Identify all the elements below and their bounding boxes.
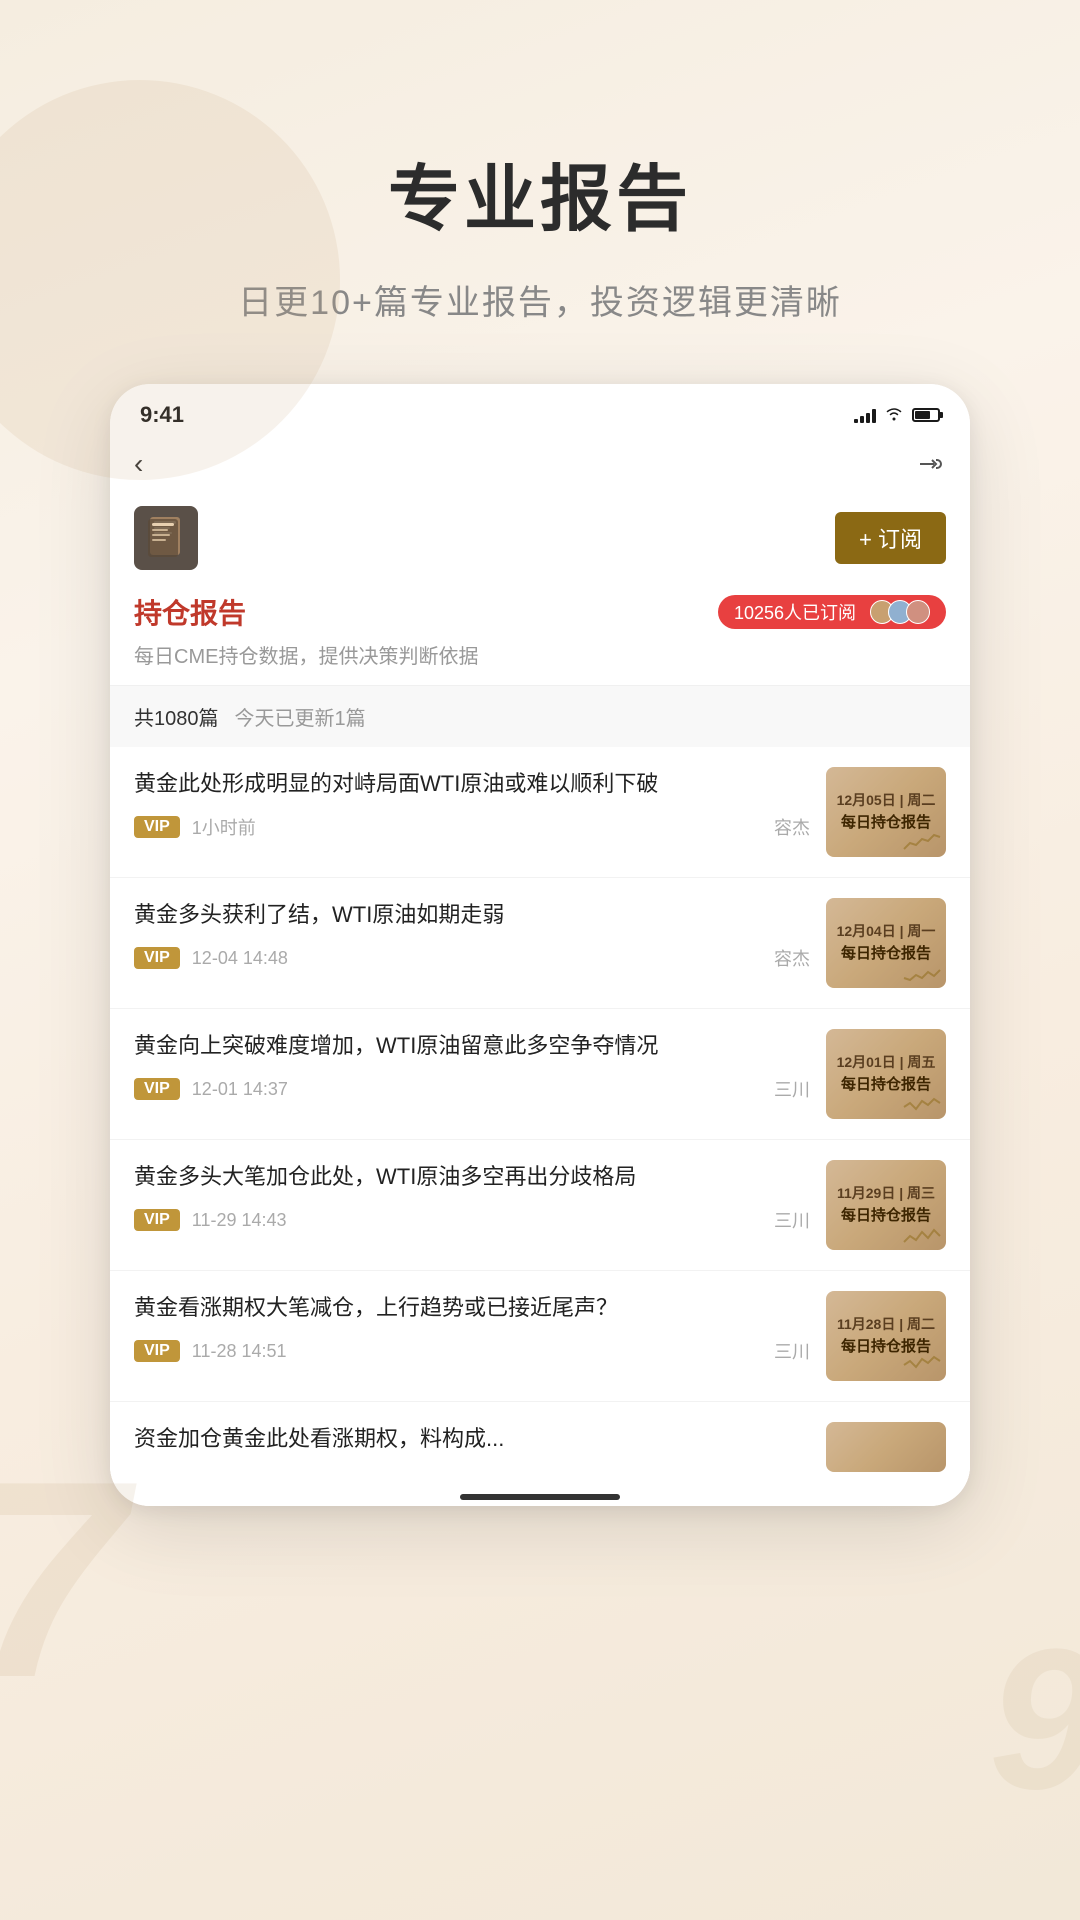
phone-mockup: 9:41 xyxy=(110,384,970,1506)
thumb-date: 12月05日 | 周二 xyxy=(837,791,936,811)
article-time: 11-28 14:51 xyxy=(192,1341,287,1362)
list-item[interactable]: 黄金看涨期权大笔减仓，上行趋势或已接近尾声？ VIP 11-28 14:51 三… xyxy=(110,1271,970,1402)
stats-total: 共1080篇 xyxy=(134,702,219,731)
article-content: 黄金看涨期权大笔减仓，上行趋势或已接近尾声？ VIP 11-28 14:51 三… xyxy=(134,1291,810,1364)
status-icons xyxy=(854,405,940,426)
avatar xyxy=(906,600,930,624)
article-title: 黄金多头大笔加仓此处，WTI原油多空再出分歧格局 xyxy=(134,1160,810,1193)
article-content: 黄金多头大笔加仓此处，WTI原油多空再出分歧格局 VIP 11-29 14:43… xyxy=(134,1160,810,1233)
thumb-date: 12月01日 | 周五 xyxy=(837,1053,936,1073)
channel-desc: 每日CME持仓数据，提供决策判断依据 xyxy=(134,640,946,669)
list-item-partial[interactable]: 资金加仓黄金此处看涨期权，料构成... xyxy=(110,1402,970,1482)
article-thumbnail: 12月01日 | 周五 每日持仓报告 xyxy=(826,1029,946,1119)
article-title: 黄金多头获利了结，WTI原油如期走弱 xyxy=(134,898,810,931)
article-thumbnail: 12月05日 | 周二 每日持仓报告 xyxy=(826,767,946,857)
article-content: 资金加仓黄金此处看涨期权，料构成... xyxy=(134,1422,810,1469)
list-item[interactable]: 黄金向上突破难度增加，WTI原油留意此多空争夺情况 VIP 12-01 14:3… xyxy=(110,1009,970,1140)
article-meta: VIP 12-04 14:48 容杰 xyxy=(134,945,810,971)
article-title: 黄金看涨期权大笔减仓，上行趋势或已接近尾声？ xyxy=(134,1291,810,1324)
article-time: 11-29 14:43 xyxy=(192,1210,287,1231)
article-title: 黄金向上突破难度增加，WTI原油留意此多空争夺情况 xyxy=(134,1029,810,1062)
nav-bar: ‹ xyxy=(110,438,970,496)
article-title: 资金加仓黄金此处看涨期权，料构成... xyxy=(134,1422,810,1455)
vip-badge: VIP xyxy=(134,1340,180,1362)
battery-icon xyxy=(912,408,940,422)
article-time: 12-01 14:37 xyxy=(192,1079,288,1100)
article-time: 12-04 14:48 xyxy=(192,948,288,969)
list-item[interactable]: 黄金此处形成明显的对峙局面WTI原油或难以顺利下破 VIP 1小时前 容杰 12… xyxy=(110,747,970,878)
article-author: 容杰 xyxy=(774,814,810,840)
article-meta: VIP 1小时前 容杰 xyxy=(134,814,810,840)
bg-number-2: 9 xyxy=(989,1620,1080,1820)
article-author: 容杰 xyxy=(774,945,810,971)
subscriber-avatars xyxy=(870,600,930,624)
channel-info: 持仓报告 10256人已订阅 每日CME持仓数据，提供决策判断依据 xyxy=(110,586,970,685)
article-meta: VIP 12-01 14:37 三川 xyxy=(134,1076,810,1102)
article-thumbnail: 11月29日 | 周三 每日持仓报告 xyxy=(826,1160,946,1250)
status-bar: 9:41 xyxy=(110,384,970,438)
channel-name: 持仓报告 xyxy=(134,592,246,632)
article-content: 黄金多头获利了结，WTI原油如期走弱 VIP 12-04 14:48 容杰 xyxy=(134,898,810,971)
article-meta: VIP 11-29 14:43 三川 xyxy=(134,1207,810,1233)
stats-update: 今天已更新1篇 xyxy=(235,702,366,731)
vip-badge: VIP xyxy=(134,1078,180,1100)
article-thumbnail: 11月28日 | 周二 每日持仓报告 xyxy=(826,1291,946,1381)
phone-container: 9:41 xyxy=(0,384,1080,1506)
share-button[interactable] xyxy=(914,448,946,480)
status-time: 9:41 xyxy=(140,402,184,428)
back-button[interactable]: ‹ xyxy=(134,448,143,480)
article-author: 三川 xyxy=(774,1338,810,1364)
thumb-date: 11月29日 | 周三 xyxy=(837,1184,935,1204)
channel-icon xyxy=(134,506,198,570)
subscriber-badge: 10256人已订阅 xyxy=(718,595,946,629)
subscriber-count: 10256人已订阅 xyxy=(734,599,856,625)
article-list: 黄金此处形成明显的对峙局面WTI原油或难以顺利下破 VIP 1小时前 容杰 12… xyxy=(110,747,970,1482)
wifi-icon xyxy=(884,405,904,426)
article-title: 黄金此处形成明显的对峙局面WTI原油或难以顺利下破 xyxy=(134,767,810,800)
article-meta: VIP 11-28 14:51 三川 xyxy=(134,1338,810,1364)
article-author: 三川 xyxy=(774,1076,810,1102)
signal-icon xyxy=(854,407,876,423)
article-time: 1小时前 xyxy=(192,814,256,840)
article-content: 黄金向上突破难度增加，WTI原油留意此多空争夺情况 VIP 12-01 14:3… xyxy=(134,1029,810,1102)
bottom-bar xyxy=(110,1482,970,1506)
article-thumbnail: 12月04日 | 周一 每日持仓报告 xyxy=(826,898,946,988)
subscribe-button[interactable]: + 订阅 xyxy=(835,512,946,564)
article-thumbnail-partial xyxy=(826,1422,946,1472)
channel-name-row: 持仓报告 10256人已订阅 xyxy=(134,592,946,632)
thumb-date: 12月04日 | 周一 xyxy=(837,922,936,942)
main-title: 专业报告 xyxy=(0,140,1080,245)
article-author: 三川 xyxy=(774,1207,810,1233)
list-item[interactable]: 黄金多头获利了结，WTI原油如期走弱 VIP 12-04 14:48 容杰 12… xyxy=(110,878,970,1009)
vip-badge: VIP xyxy=(134,816,180,838)
sub-title: 日更10+篇专业报告，投资逻辑更清晰 xyxy=(0,275,1080,324)
list-item[interactable]: 黄金多头大笔加仓此处，WTI原油多空再出分歧格局 VIP 11-29 14:43… xyxy=(110,1140,970,1271)
thumb-date: 11月28日 | 周二 xyxy=(837,1315,935,1335)
channel-header: + 订阅 xyxy=(110,496,970,586)
stats-row: 共1080篇 今天已更新1篇 xyxy=(110,685,970,747)
vip-badge: VIP xyxy=(134,947,180,969)
home-indicator xyxy=(460,1494,620,1500)
article-content: 黄金此处形成明显的对峙局面WTI原油或难以顺利下破 VIP 1小时前 容杰 xyxy=(134,767,810,840)
vip-badge: VIP xyxy=(134,1209,180,1231)
